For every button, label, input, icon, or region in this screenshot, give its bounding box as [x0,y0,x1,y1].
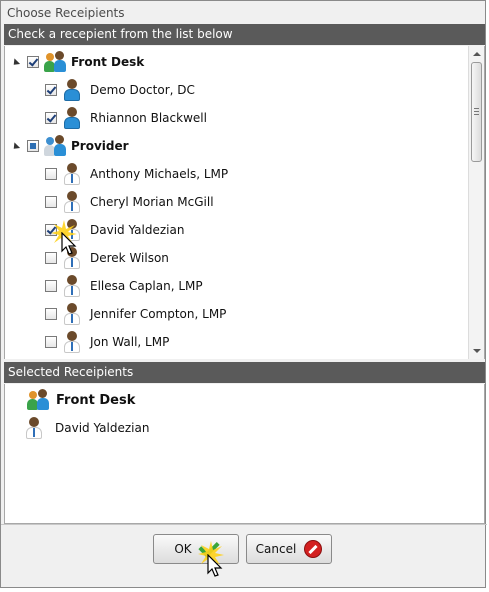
dialog-title: Choose Receipients [7,6,125,20]
person-icon [63,331,81,353]
scroll-down-icon[interactable] [473,349,481,353]
tree-item[interactable]: Demo Doctor, DC [45,76,195,104]
group-label: Front Desk [71,55,145,69]
checkbox-jon-wall[interactable] [45,336,57,348]
tree-scrollbar[interactable] [468,46,484,359]
mouse-pointer-icon [207,554,223,577]
recipient-label: Rhiannon Blackwell [90,111,207,125]
person-icon [63,79,81,101]
group-label: Provider [71,139,129,153]
recipient-label: Jon Wall, LMP [90,335,170,349]
recipient-label: Derek Wilson [90,251,169,265]
recipient-tree: Front Desk Demo Doctor, DC Rhiannon Blac… [4,46,485,359]
users-group-icon [27,389,49,411]
recipient-label: Anthony Michaels, LMP [90,167,229,181]
ok-label: OK [174,542,192,556]
checkbox-jennifer-compton[interactable] [45,308,57,320]
person-icon [63,163,81,185]
person-icon [63,191,81,213]
selected-label: Front Desk [56,392,136,408]
person-icon [63,107,81,129]
selected-header: Selected Receipients [4,362,485,383]
tree-item[interactable]: Ellesa Caplan, LMP [45,272,203,300]
no-entry-icon [304,540,323,558]
tree-item[interactable]: Cheryl Morian McGill [45,188,214,216]
person-icon [63,275,81,297]
checkbox-cheryl-morian-mcgill[interactable] [45,196,57,208]
users-group-icon [44,135,66,157]
tree-item[interactable]: Jennifer Compton, LMP [45,300,226,328]
recipient-label: Ellesa Caplan, LMP [90,279,203,293]
selected-item: David Yaldezian [25,414,149,442]
checkbox-anthony-michaels[interactable] [45,168,57,180]
checkbox-ellesa-caplan[interactable] [45,280,57,292]
checkbox-rhiannon-blackwell[interactable] [45,112,57,124]
scrollbar-thumb[interactable] [471,62,482,162]
tree-group-provider[interactable]: Provider [10,132,129,160]
selected-label: David Yaldezian [55,421,150,435]
selected-item: Front Desk [27,386,135,414]
person-icon [63,303,81,325]
expand-collapse-icon[interactable] [10,58,21,68]
tree-item[interactable]: Rhiannon Blackwell [45,104,207,132]
users-group-icon [44,51,66,73]
cancel-button[interactable]: Cancel [246,534,332,564]
recipient-label: Cheryl Morian McGill [90,195,214,209]
cancel-label: Cancel [255,542,297,556]
scroll-up-icon[interactable] [473,52,481,56]
checkbox-front-desk[interactable] [27,56,39,68]
mouse-pointer-icon [61,232,77,255]
expand-collapse-icon[interactable] [10,142,21,152]
choose-recipients-dialog: Choose Receipients Check a recepient fro… [0,0,487,588]
footer-divider [1,524,487,525]
checkbox-provider[interactable] [27,140,39,152]
recipient-label: David Yaldezian [90,223,185,237]
ok-button[interactable]: OK [153,534,239,564]
tree-group-front-desk[interactable]: Front Desk [10,48,145,76]
checkbox-derek-wilson[interactable] [45,252,57,264]
recipient-label: Demo Doctor, DC [90,83,195,97]
checkbox-demo-doctor[interactable] [45,84,57,96]
selected-recipients-list: Front Desk David Yaldezian [4,384,485,524]
tree-item[interactable]: Anthony Michaels, LMP [45,160,228,188]
recipient-label: Jennifer Compton, LMP [90,307,227,321]
person-icon [25,417,43,439]
tree-item[interactable]: Jon Wall, LMP [45,328,169,356]
list-header: Check a recepient from the list below [4,24,485,45]
